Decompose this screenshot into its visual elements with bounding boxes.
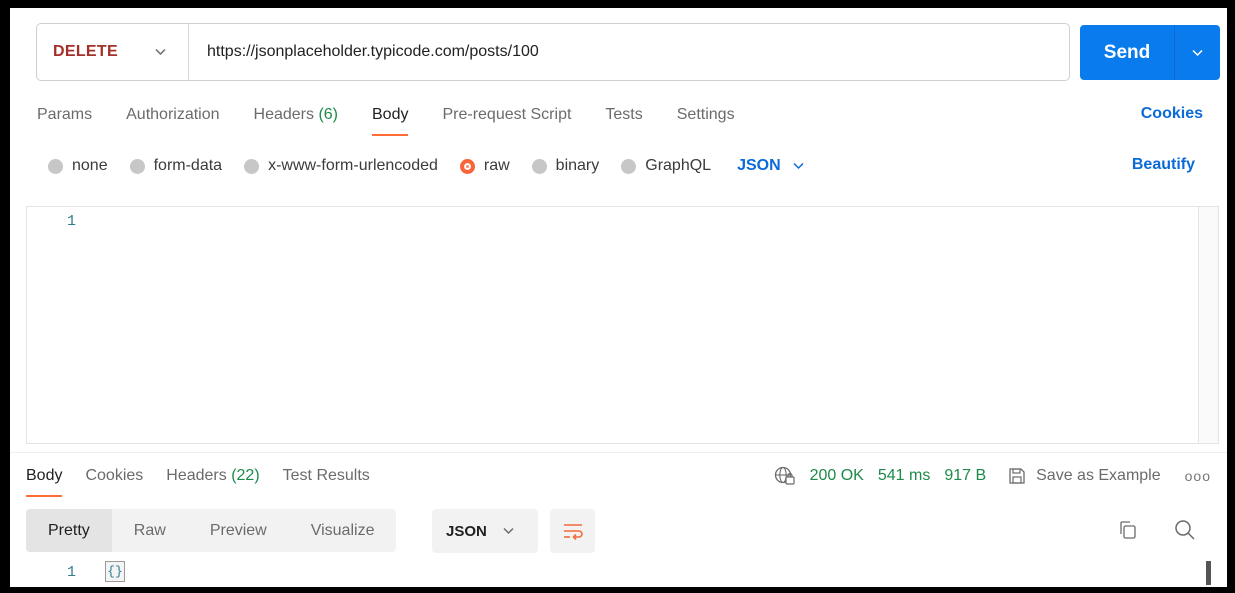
body-option-urlencoded[interactable]: x-www-form-urlencoded — [244, 157, 438, 175]
view-raw[interactable]: Raw — [112, 509, 188, 552]
tab-response-cookies[interactable]: Cookies — [85, 465, 143, 497]
globe-lock-icon[interactable] — [774, 466, 796, 486]
radio-icon — [531, 158, 547, 174]
chevron-down-icon — [503, 527, 514, 535]
copy-icon[interactable] — [1118, 520, 1138, 540]
body-option-binary[interactable]: binary — [531, 157, 599, 175]
radio-icon — [129, 158, 145, 174]
response-format-select[interactable]: JSON — [432, 509, 538, 553]
response-scrollbar[interactable] — [1206, 561, 1211, 585]
tab-settings[interactable]: Settings — [677, 104, 735, 136]
send-button[interactable]: Send — [1080, 25, 1220, 80]
method-select[interactable]: DELETE — [37, 24, 189, 80]
tab-body[interactable]: Body — [372, 104, 409, 136]
tab-response-headers[interactable]: Headers (22) — [166, 465, 259, 497]
radio-icon — [244, 158, 260, 174]
save-icon — [1009, 468, 1025, 484]
radio-selected-icon — [459, 158, 475, 174]
wrap-lines-icon — [563, 524, 583, 540]
response-line-number: 1 — [67, 564, 77, 581]
body-option-raw[interactable]: raw — [459, 157, 510, 175]
request-tabs: Params Authorization Headers (6) Body Pr… — [37, 104, 769, 136]
response-view-modes: Pretty Raw Preview Visualize — [26, 509, 397, 552]
chevron-down-icon — [155, 48, 166, 56]
editor-scrollbar[interactable] — [1198, 207, 1218, 443]
line-number: 1 — [67, 213, 77, 230]
send-options-button[interactable] — [1175, 49, 1220, 57]
radio-icon — [621, 158, 637, 174]
tab-tests[interactable]: Tests — [605, 104, 642, 136]
tab-response-body[interactable]: Body — [26, 465, 63, 497]
body-option-none[interactable]: none — [48, 157, 108, 175]
response-status-bar: 200 OK 541 ms 917 B Save as Example ooo — [774, 464, 1211, 488]
send-label: Send — [1103, 41, 1151, 63]
save-as-example-button[interactable]: Save as Example — [1008, 467, 1161, 485]
tab-test-results[interactable]: Test Results — [283, 465, 370, 497]
tab-pre-request-script[interactable]: Pre-request Script — [442, 104, 571, 136]
panel-divider[interactable] — [10, 452, 1227, 453]
body-option-form-data[interactable]: form-data — [129, 157, 222, 175]
chevron-down-icon — [793, 162, 804, 170]
chevron-down-icon — [1192, 49, 1203, 56]
body-format-select[interactable]: JSON — [737, 157, 804, 175]
view-preview[interactable]: Preview — [188, 509, 289, 552]
search-icon[interactable] — [1174, 519, 1196, 541]
request-body-editor[interactable]: 1 — [26, 206, 1219, 444]
method-label: DELETE — [53, 43, 118, 60]
response-size[interactable]: 917 B — [944, 467, 986, 485]
view-pretty[interactable]: Pretty — [26, 509, 112, 552]
radio-icon — [48, 158, 63, 174]
url-input[interactable] — [189, 32, 1069, 72]
view-visualize[interactable]: Visualize — [289, 509, 397, 552]
tab-headers[interactable]: Headers (6) — [254, 104, 338, 136]
wrap-lines-button[interactable] — [550, 509, 595, 553]
url-bar: DELETE — [36, 23, 1070, 81]
response-headers-count: (22) — [231, 467, 260, 484]
body-option-graphql[interactable]: GraphQL — [621, 157, 711, 175]
response-content[interactable]: {} — [105, 561, 125, 582]
more-options-icon[interactable]: ooo — [1185, 468, 1211, 484]
cookies-link[interactable]: Cookies — [1141, 105, 1203, 123]
headers-count: (6) — [318, 106, 338, 123]
status-code[interactable]: 200 OK — [810, 467, 864, 485]
postman-request-panel: DELETE Send Params Authorization Headers… — [10, 8, 1227, 587]
response-time[interactable]: 541 ms — [878, 467, 930, 485]
beautify-link[interactable]: Beautify — [1132, 156, 1195, 174]
body-type-options: none form-data x-www-form-urlencoded raw… — [48, 155, 804, 177]
tab-params[interactable]: Params — [37, 104, 92, 136]
tab-authorization[interactable]: Authorization — [126, 104, 219, 136]
response-tabs: Body Cookies Headers (22) Test Results — [26, 465, 393, 499]
